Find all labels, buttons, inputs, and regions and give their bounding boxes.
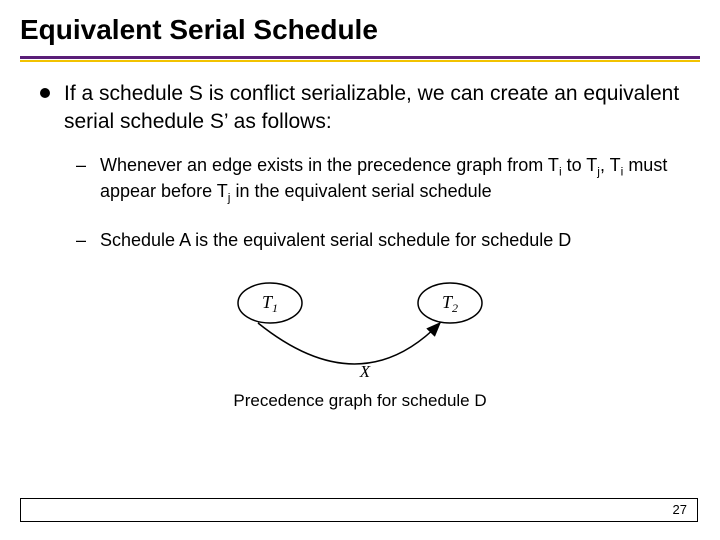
bullet-main-row: If a schedule S is conflict serializable… <box>40 80 680 137</box>
subbullet-row-1: – Whenever an edge exists in the precede… <box>76 153 680 207</box>
sub1-prefix: Whenever an edge exists in the precedenc… <box>100 155 559 175</box>
bullet-dot-icon <box>40 88 50 98</box>
page-number: 27 <box>673 502 687 517</box>
edge-label: X <box>359 362 371 381</box>
sub1-mid2: , T <box>600 155 621 175</box>
node-t1-label: T1 <box>262 292 278 315</box>
subbullet-row-2: – Schedule A is the equivalent serial sc… <box>76 228 680 252</box>
subbullet-2-text: Schedule A is the equivalent serial sche… <box>100 228 571 252</box>
content-area: If a schedule S is conflict serializable… <box>0 62 720 411</box>
edge-arc <box>258 323 440 364</box>
page-title: Equivalent Serial Schedule <box>0 0 720 52</box>
graph-caption: Precedence graph for schedule D <box>233 391 486 411</box>
bullet-main-text: If a schedule S is conflict serializable… <box>64 80 680 137</box>
precedence-graph: T1 T2 X Precedence graph for schedule D <box>40 275 680 411</box>
dash-icon: – <box>76 228 90 252</box>
page-footer-box: 27 <box>20 498 698 522</box>
divider-purple <box>20 56 700 59</box>
sub1-mid1: to T <box>562 155 598 175</box>
graph-svg: T1 T2 X <box>210 275 510 385</box>
subbullet-1-text: Whenever an edge exists in the precedenc… <box>100 153 680 207</box>
node-t2-label: T2 <box>442 292 458 315</box>
sub1-suffix: in the equivalent serial schedule <box>230 181 491 201</box>
dash-icon: – <box>76 153 90 177</box>
